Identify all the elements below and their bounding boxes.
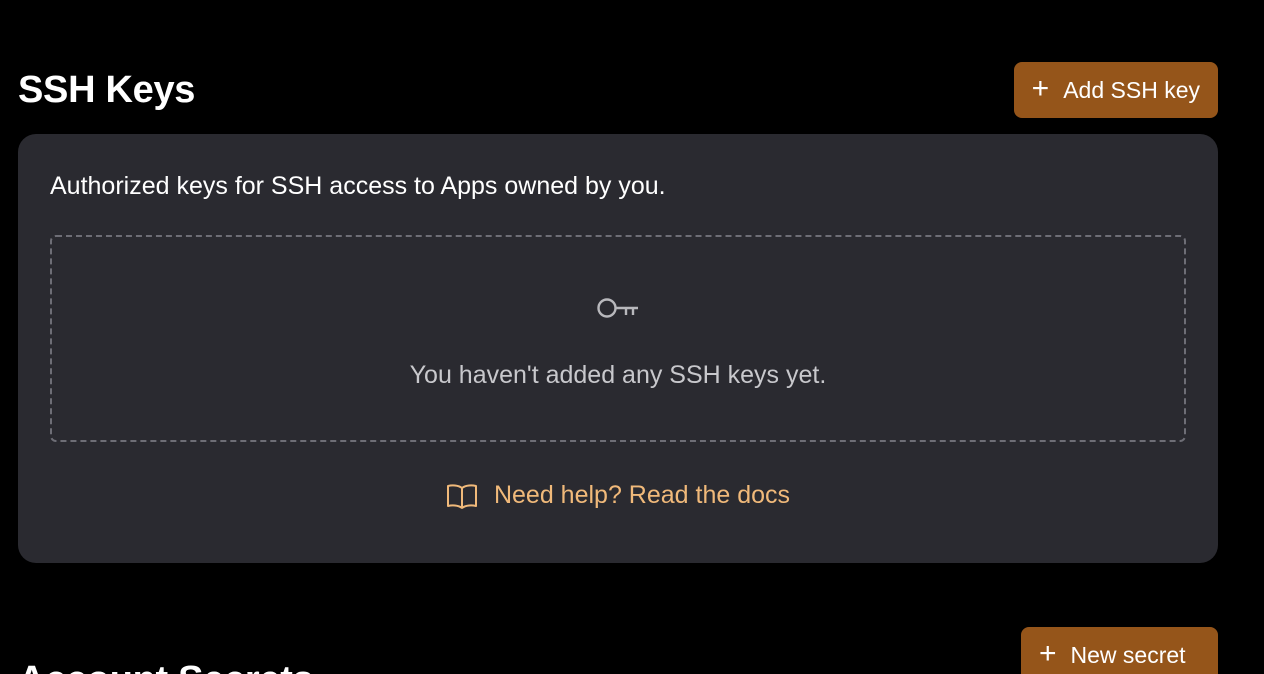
ssh-keys-empty-state: You haven't added any SSH keys yet. [50,235,1186,442]
add-ssh-key-label: Add SSH key [1063,76,1200,103]
add-ssh-key-button[interactable]: + Add SSH key [1013,62,1218,118]
book-open-icon [446,483,477,509]
ssh-keys-title: SSH Keys [18,69,196,111]
plus-icon: + [1039,636,1057,670]
ssh-keys-header: SSH Keys + Add SSH key [18,62,1218,118]
account-secrets-header: Account Secrets + New secret [18,627,1218,674]
new-secret-label: New secret [1070,641,1186,668]
docs-link[interactable]: Need help? Read the docs [18,481,1218,510]
key-icon [597,298,638,318]
account-secrets-title: Account Secrets [18,661,314,674]
docs-link-label: Need help? Read the docs [493,481,791,509]
plus-icon: + [1031,71,1050,105]
ssh-keys-card: Authorized keys for SSH access to Apps o… [18,134,1218,563]
new-secret-button[interactable]: + New secret [1021,627,1218,674]
ssh-keys-description: Authorized keys for SSH access to Apps o… [50,172,666,200]
empty-state-text: You haven't added any SSH keys yet. [409,361,827,389]
settings-page: SSH Keys + Add SSH key Authorized keys f… [0,0,1264,674]
